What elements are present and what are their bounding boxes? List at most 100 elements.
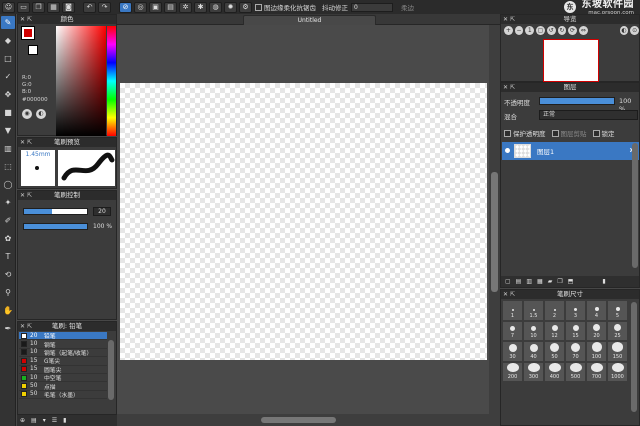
layer-item[interactable]: 图层1 ✲ [502,142,639,160]
brush-list-item[interactable]: 50 毛笔（水墨） [19,391,107,400]
brush-size-option[interactable]: 40 [523,341,544,362]
antialias-check-box[interactable] [255,3,262,11]
detach-icon[interactable]: ⇱ [510,15,515,24]
chat-icon[interactable]: ▭ [17,1,30,13]
detach-icon[interactable]: ⇱ [27,191,32,200]
zoom-out-icon[interactable]: − [514,26,524,35]
brush-size-option[interactable]: 100 [586,341,607,362]
new-8bit-layer-icon[interactable]: ▥ [526,278,532,285]
hand-tool-icon[interactable]: ✋ [1,304,15,317]
detach-icon[interactable]: ⇱ [27,322,32,331]
brush-size-value[interactable]: 20 [93,207,111,216]
undo-icon[interactable]: ↶ [83,1,96,13]
brush-size-option[interactable]: 150 [607,341,628,362]
brush-tool-icon[interactable]: ✎ [1,16,15,29]
new-layer-icon[interactable]: ▢ [505,278,511,285]
folder-icon[interactable]: ▰ [548,278,553,285]
fit-icon[interactable]: ▢ [536,26,545,35]
close-icon[interactable]: ✕ [20,15,25,24]
snap-radial-icon[interactable]: ✹ [224,1,237,13]
brush-size-option[interactable]: 400 [544,361,565,382]
document-tab[interactable]: Untitled [243,15,376,25]
close-icon[interactable]: ✕ [20,138,25,147]
move-tool-icon[interactable]: ✥ [1,88,15,101]
nav-reset-icon[interactable]: ⊙ [630,26,640,35]
brush-list-item[interactable]: 20 铅笔 [19,332,107,341]
shape-tool-icon[interactable]: ■ [1,106,15,119]
brush-size-option[interactable]: 5 [607,300,628,321]
brush-list-item[interactable]: 15 圆笔尖 [19,366,107,374]
gradient-tool-icon[interactable]: ▥ [1,142,15,155]
brush-list-item[interactable]: 10 中空笔 [19,374,107,383]
lasso-tool-icon[interactable]: ◯ [1,178,15,191]
brush-size-option[interactable]: 500 [565,361,586,382]
visibility-icon[interactable] [505,148,510,153]
detach-icon[interactable]: ⇱ [27,15,32,24]
brush-size-option[interactable]: 3 [565,300,586,321]
foreground-color[interactable] [22,27,34,39]
vertical-scroll-thumb[interactable] [491,172,498,292]
brush-size-option[interactable]: 70 [565,341,586,362]
brush-list-item[interactable]: 10 钢笔（起笔/收笔） [19,349,107,358]
redo-icon[interactable]: ↷ [98,1,111,13]
merge-layer-icon[interactable]: ⬒ [568,278,574,285]
brush-size-option[interactable]: 1000 [607,361,628,382]
saturation-value-picker[interactable] [56,26,106,136]
fill-selection-icon[interactable]: ▣ [149,1,162,13]
eyedropper-tool-icon[interactable]: ⚲ [1,286,15,299]
wand-tool-icon[interactable]: ✦ [1,196,15,209]
flip-icon[interactable]: ⇔ [578,26,588,35]
text-tool-icon[interactable]: T [1,250,15,263]
brush-size-option[interactable]: 20 [586,320,607,341]
new-1bit-layer-icon[interactable]: ▦ [537,278,543,285]
horizontal-scrollbar[interactable] [117,414,500,426]
brush-list-item[interactable]: 15 G笔尖 [19,357,107,366]
check-tool-icon[interactable]: ✓ [1,70,15,83]
user-icon[interactable]: ☺ [2,1,15,13]
brush-size-option[interactable]: 2 [544,300,565,321]
brush-size-option[interactable]: 300 [523,361,544,382]
divide-tool-icon[interactable]: ⟲ [1,268,15,281]
rotate-left-icon[interactable]: ↺ [546,26,556,35]
palette-icon[interactable]: ◉ [22,109,32,119]
brush-size-option[interactable]: 25 [607,320,628,341]
protect-alpha-checkbox[interactable] [504,129,511,137]
select-pen-tool-icon[interactable]: ✐ [1,214,15,227]
camera-icon[interactable]: ◙ [62,1,75,13]
color-settings-icon[interactable]: ◐ [36,109,46,119]
brush-size-option[interactable]: 12 [544,320,565,341]
brush-size-option[interactable]: 50 [544,341,565,362]
detach-icon[interactable]: ⇱ [510,83,515,92]
brush-size-option[interactable]: 700 [586,361,607,382]
brush-size-option[interactable]: 10 [523,320,544,341]
pen-tool-icon[interactable]: ✒ [1,322,15,335]
rotate-right-icon[interactable]: ↻ [557,26,567,35]
layer-delete-icon[interactable]: ▮ [602,278,605,285]
lock-checkbox[interactable] [592,129,600,137]
opacity-slider[interactable] [23,223,88,230]
layer-scrollbar[interactable] [632,143,638,268]
brush-list-icon[interactable]: ☰ [52,417,57,424]
deselect-icon[interactable]: ◎ [134,1,147,13]
nav-settings-icon[interactable]: ◐ [619,26,629,35]
snap-off-icon[interactable]: ✲ [179,1,192,13]
brush-size-slider[interactable] [23,208,88,215]
brush-size-option[interactable]: 200 [502,361,523,382]
marquee-tool-icon[interactable]: ⬚ [1,160,15,173]
close-icon[interactable]: ✕ [503,83,508,92]
rotate-reset-icon[interactable]: ⟳ [568,26,577,35]
new-halftone-layer-icon[interactable]: ▤ [516,278,522,285]
brush-size-option[interactable]: 1 [502,300,523,321]
background-color[interactable] [28,45,38,55]
layer-opacity-slider[interactable] [539,97,615,105]
duplicate-layer-icon[interactable]: ❐ [557,278,562,285]
brush-size-option[interactable]: 30 [502,341,523,362]
snap-circle-icon[interactable]: ◍ [209,1,222,13]
grid-icon[interactable]: ▦ [47,1,60,13]
vertical-scrollbar[interactable] [489,25,500,414]
navigator-thumbnail[interactable] [543,39,599,82]
eraser-tool-icon[interactable]: ◆ [1,34,15,47]
detach-icon[interactable]: ⇱ [27,138,32,147]
brush-size-option[interactable]: 7 [502,320,523,341]
zoom-in-icon[interactable]: + [504,26,513,35]
